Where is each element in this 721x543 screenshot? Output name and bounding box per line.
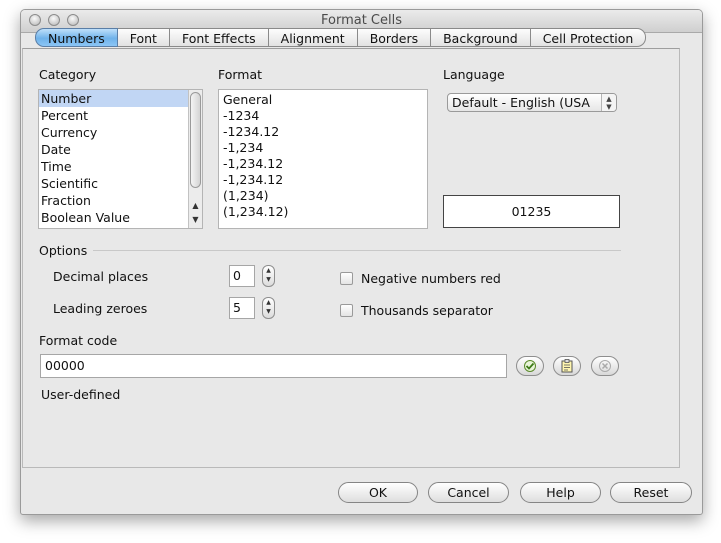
decimal-places-field[interactable]: 0 — [229, 265, 255, 287]
format-list[interactable]: General -1234 -1234.12 -1,234 -1,234.12 … — [218, 89, 428, 229]
format-item[interactable]: General — [219, 91, 427, 108]
format-item[interactable]: -1,234 — [219, 140, 427, 156]
accept-code-button[interactable] — [516, 356, 544, 376]
window-title: Format Cells — [320, 13, 402, 28]
language-label: Language — [443, 67, 505, 82]
category-label: Category — [39, 67, 97, 82]
tab-bar: Numbers Font Font Effects Alignment Bord… — [35, 28, 647, 48]
add-comment-button[interactable] — [553, 356, 581, 376]
format-item[interactable]: -1,234.12 — [219, 172, 427, 188]
tab-background[interactable]: Background — [431, 28, 531, 47]
tab-borders[interactable]: Borders — [357, 28, 432, 47]
ok-button[interactable]: OK — [338, 482, 418, 503]
checkmark-icon — [524, 360, 536, 372]
format-item[interactable]: -1234 — [219, 108, 427, 124]
thousands-separator-label: Thousands separator — [361, 303, 493, 318]
format-code-input[interactable]: 00000 — [40, 354, 507, 378]
reset-button[interactable]: Reset — [610, 482, 692, 503]
updown-arrows-icon: ▲ ▼ — [601, 94, 616, 111]
category-item-time[interactable]: Time — [39, 158, 202, 175]
category-list[interactable]: Number Percent Currency Date Time Scient… — [38, 89, 203, 229]
category-item-scientific[interactable]: Scientific — [39, 175, 202, 192]
format-code-label: Format code — [39, 333, 118, 348]
format-item[interactable]: -1234.12 — [219, 124, 427, 140]
leading-zeroes-label: Leading zeroes — [53, 301, 148, 316]
scroll-down-arrow-icon[interactable]: ▼ — [189, 214, 202, 226]
category-item-date[interactable]: Date — [39, 141, 202, 158]
format-preview: 01235 — [443, 195, 620, 228]
negative-numbers-red-label: Negative numbers red — [361, 271, 501, 286]
negative-numbers-red-checkbox[interactable] — [340, 272, 353, 285]
options-separator — [93, 250, 621, 251]
scroll-up-arrow-icon[interactable]: ▲ — [189, 200, 202, 212]
leading-zeroes-field[interactable]: 5 — [229, 297, 255, 319]
language-select[interactable]: Default - English (USA ▲ ▼ — [447, 93, 617, 112]
leading-zeroes-stepper[interactable]: ▲ ▼ — [262, 297, 275, 319]
thousands-separator-checkbox[interactable] — [340, 304, 353, 317]
options-label: Options — [39, 243, 88, 258]
category-item-boolean-value[interactable]: Boolean Value — [39, 209, 202, 226]
category-item-fraction[interactable]: Fraction — [39, 192, 202, 209]
category-item-percent[interactable]: Percent — [39, 107, 202, 124]
cancel-button[interactable]: Cancel — [428, 482, 509, 503]
format-label: Format — [218, 67, 263, 82]
category-item-currency[interactable]: Currency — [39, 124, 202, 141]
format-item[interactable]: (1,234.12) — [219, 204, 427, 220]
tab-font[interactable]: Font — [117, 28, 170, 47]
tab-font-effects[interactable]: Font Effects — [169, 28, 269, 47]
format-item[interactable]: (1,234) — [219, 188, 427, 204]
decimal-places-label: Decimal places — [53, 269, 149, 284]
category-item-number[interactable]: Number — [39, 90, 202, 107]
tab-alignment[interactable]: Alignment — [268, 28, 358, 47]
category-scrollbar[interactable]: ▲ ▼ — [188, 90, 202, 228]
language-select-value: Default - English (USA — [452, 95, 590, 110]
decimal-places-stepper[interactable]: ▲ ▼ — [262, 265, 275, 287]
tab-numbers[interactable]: Numbers — [35, 28, 118, 47]
help-button[interactable]: Help — [520, 482, 601, 503]
format-item[interactable]: -1,234.12 — [219, 156, 427, 172]
category-scroll-thumb[interactable] — [190, 92, 201, 188]
tab-cell-protection[interactable]: Cell Protection — [530, 28, 647, 47]
delete-code-button[interactable] — [591, 356, 619, 376]
format-code-description: User-defined — [41, 387, 121, 402]
delete-x-icon — [599, 360, 611, 372]
note-icon — [561, 359, 573, 373]
